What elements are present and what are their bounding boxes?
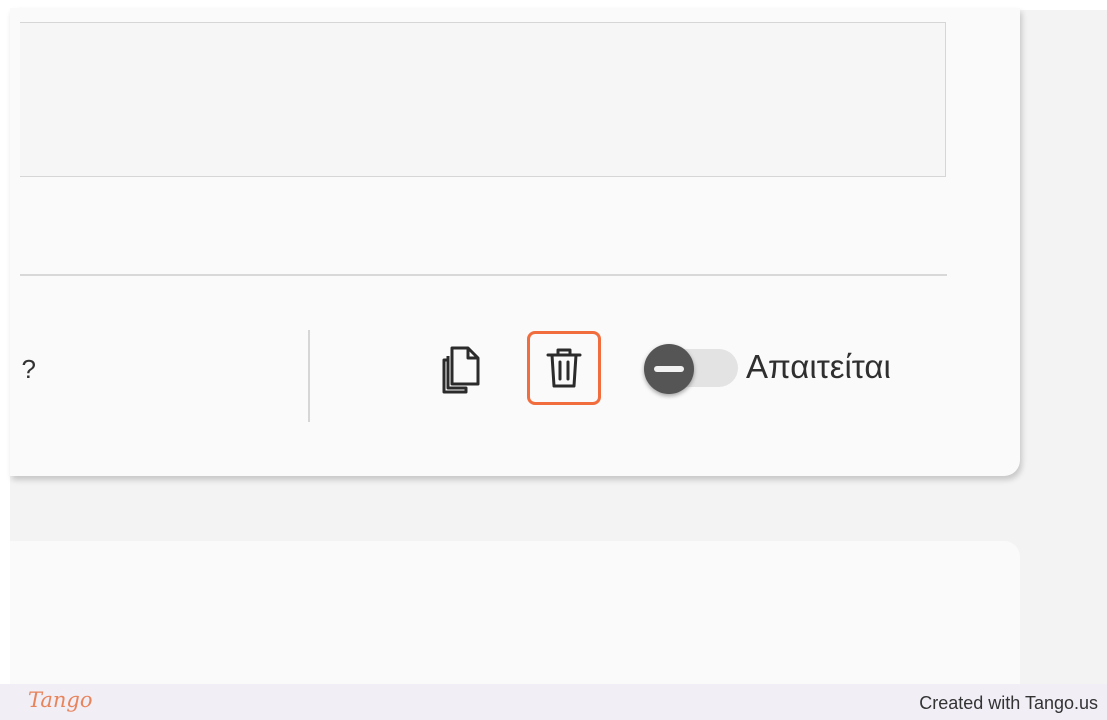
duplicate-button[interactable] (436, 343, 484, 395)
required-toggle-knob[interactable] (644, 344, 694, 394)
required-label: Απαιτείται (746, 348, 891, 385)
delete-button[interactable] (527, 331, 601, 405)
copy-icon (442, 346, 480, 394)
tango-logo: Tango (28, 688, 93, 712)
tango-footer: Tango Created with Tango.us (0, 684, 1107, 720)
tango-credit: Created with Tango.us (919, 693, 1098, 713)
field-underline (20, 274, 947, 276)
next-question-card (10, 541, 1020, 701)
trash-icon (546, 348, 582, 388)
footer-divider (308, 330, 310, 422)
minus-icon (654, 366, 684, 372)
window-left-edge (0, 0, 10, 684)
question-card: ? (10, 8, 1020, 476)
answer-text-area[interactable] (20, 22, 946, 177)
question-type-text: ? (22, 354, 36, 384)
